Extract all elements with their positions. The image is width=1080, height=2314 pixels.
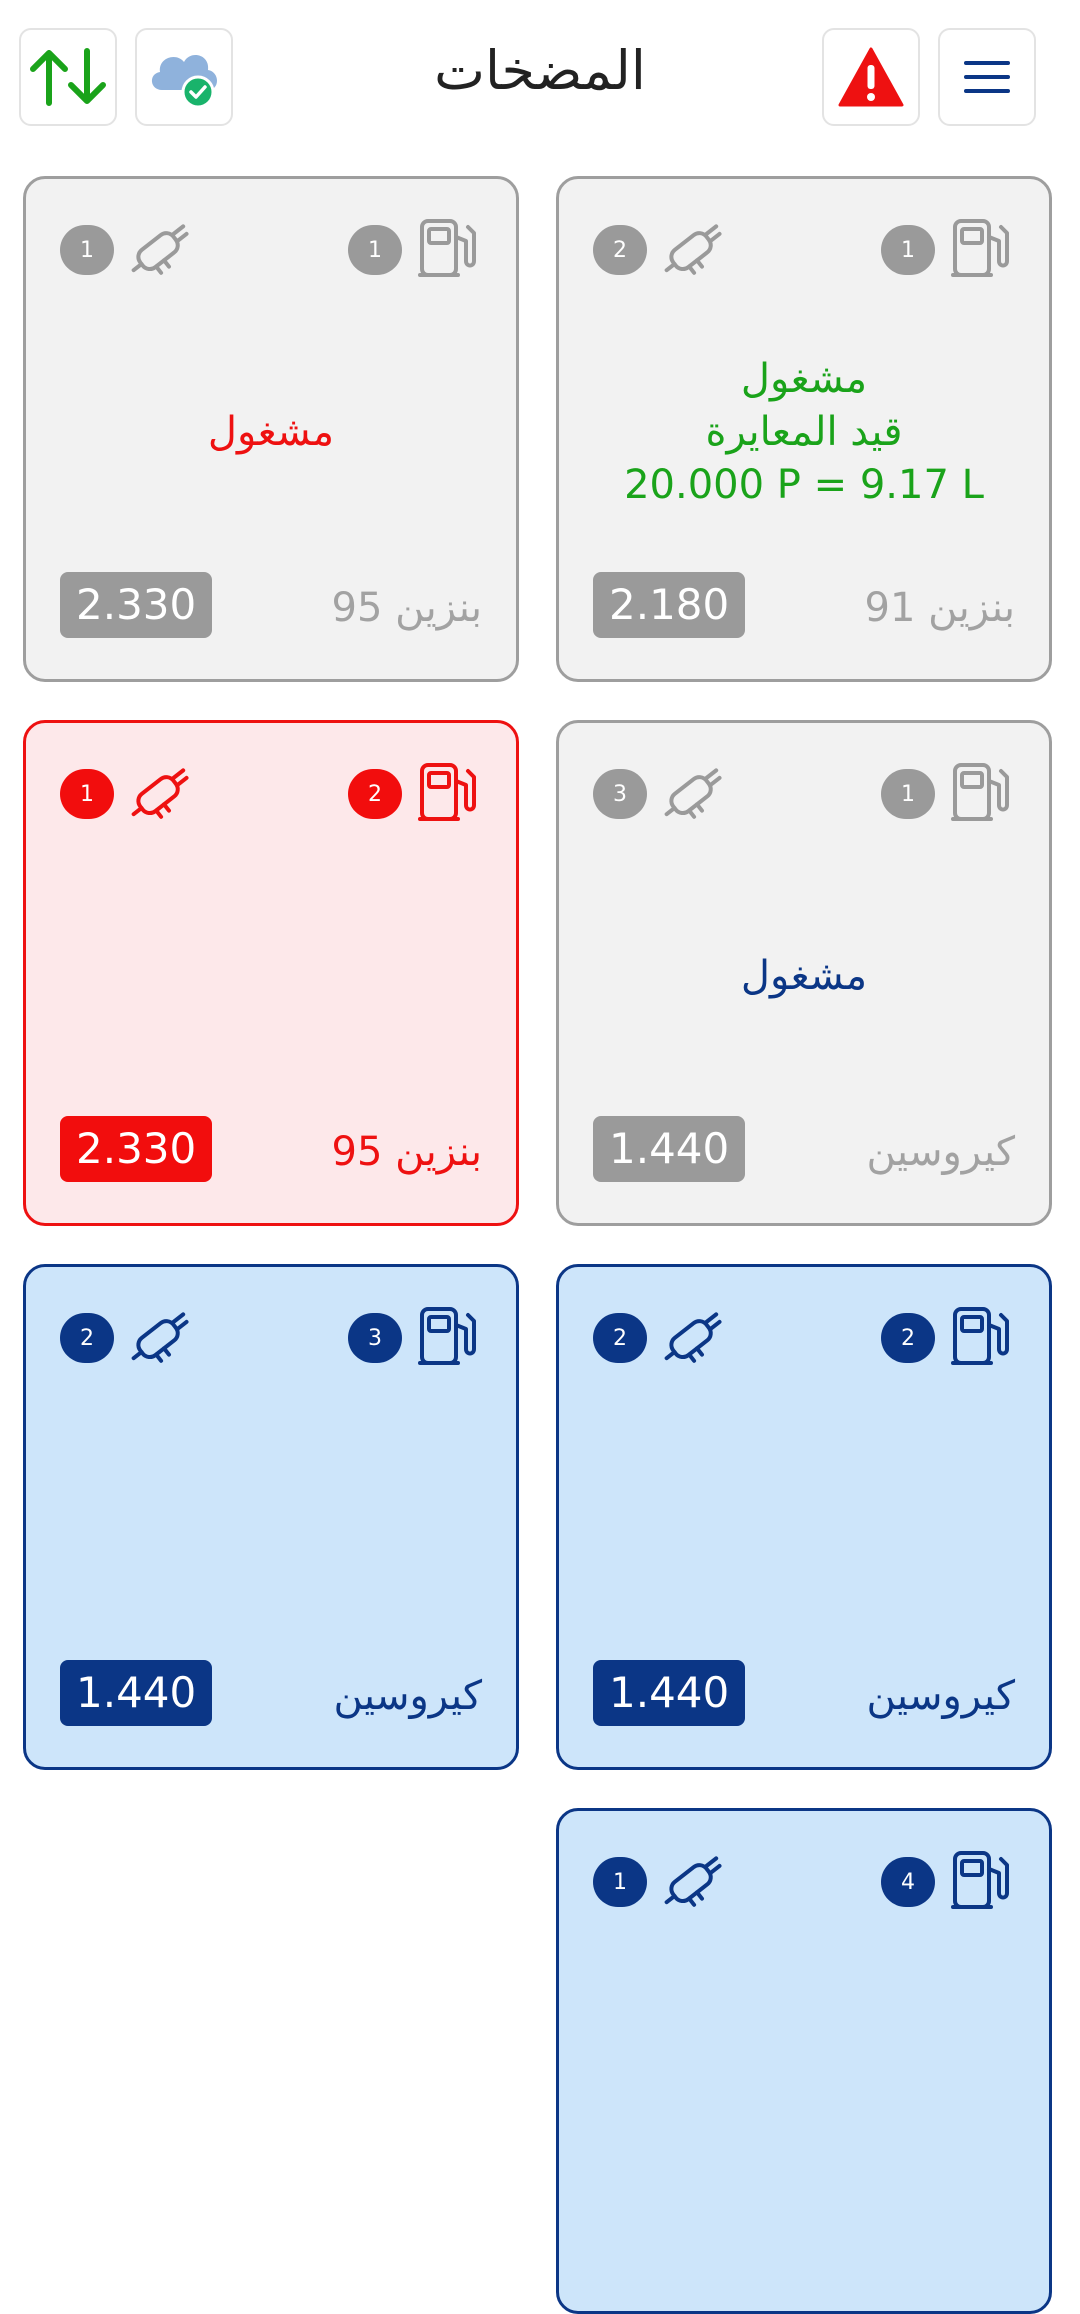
fuel-type-label: بنزين 95 — [331, 1129, 482, 1175]
nozzle-icon — [126, 217, 198, 283]
menu-button[interactable] — [938, 28, 1036, 126]
app-header: المضخات — [0, 0, 1080, 160]
fuel-type-label: بنزين 91 — [864, 585, 1015, 631]
pump-card[interactable]: 3 2 كيروسين 1.440 — [23, 1264, 519, 1770]
pump-card[interactable]: 1 3 مشغول كيروسين 1.440 — [556, 720, 1052, 1226]
nozzle-icon — [659, 1849, 731, 1915]
nozzle-icon — [659, 761, 731, 827]
fuel-pump-icon — [418, 1305, 478, 1371]
price-badge: 1.440 — [593, 1660, 746, 1726]
nozzle-number-badge: 2 — [593, 1313, 647, 1363]
warning-triangle-icon — [838, 47, 904, 107]
pump-number-badge: 3 — [348, 1313, 402, 1363]
price-badge: 2.330 — [60, 1116, 213, 1182]
pump-number-badge: 4 — [881, 1857, 935, 1907]
fuel-pump-icon — [418, 217, 478, 283]
status-line: قيد المعايرة — [705, 409, 903, 455]
fuel-pump-icon — [951, 1849, 1011, 1915]
fuel-type-label: كيروسين — [866, 1673, 1015, 1719]
fuel-type-label: كيروسين — [866, 1129, 1015, 1175]
fuel-type-label: بنزين 95 — [331, 585, 482, 631]
pump-card[interactable]: 2 2 كيروسين 1.440 — [556, 1264, 1052, 1770]
pump-card[interactable]: 41 — [556, 1808, 1052, 2314]
nozzle-number-badge: 2 — [60, 1313, 114, 1363]
up-down-arrows-icon — [30, 48, 106, 106]
status-text: مشغول قيد المعايرة 20.000 P = 9.17 L — [569, 353, 1039, 512]
pump-number-badge: 1 — [881, 225, 935, 275]
pump-card[interactable]: 2 1 بنزين 95 2.330 — [23, 720, 519, 1226]
nozzle-icon — [659, 1305, 731, 1371]
transfer-button[interactable] — [19, 28, 117, 126]
fuel-pump-icon — [951, 217, 1011, 283]
pump-number-badge: 2 — [348, 769, 402, 819]
price-badge: 2.180 — [593, 572, 746, 638]
hamburger-menu-icon — [964, 61, 1010, 93]
status-line: مشغول — [740, 953, 868, 999]
nozzle-icon — [659, 217, 731, 283]
alerts-button[interactable] — [822, 28, 920, 126]
price-badge: 1.440 — [593, 1116, 746, 1182]
status-text: مشغول — [36, 406, 506, 459]
fuel-pump-icon — [951, 761, 1011, 827]
nozzle-number-badge: 1 — [60, 769, 114, 819]
price-badge: 2.330 — [60, 572, 213, 638]
pump-number-badge: 1 — [348, 225, 402, 275]
fuel-type-label: كيروسين — [333, 1673, 482, 1719]
fuel-pump-icon — [951, 1305, 1011, 1371]
fuel-pump-icon — [418, 761, 478, 827]
nozzle-icon — [126, 761, 198, 827]
status-line: 20.000 P = 9.17 L — [624, 462, 984, 508]
pump-number-badge: 2 — [881, 1313, 935, 1363]
status-line: مشغول — [207, 409, 335, 455]
nozzle-number-badge: 1 — [60, 225, 114, 275]
pump-card[interactable]: 1 1 مشغول بنزين 95 2.330 — [23, 176, 519, 682]
page-title: المضخات — [434, 39, 646, 102]
cloud-sync-button[interactable] — [135, 28, 233, 126]
nozzle-icon — [126, 1305, 198, 1371]
nozzle-number-badge: 2 — [593, 225, 647, 275]
nozzle-number-badge: 3 — [593, 769, 647, 819]
cloud-sync-check-icon — [151, 55, 217, 109]
pump-number-badge: 1 — [881, 769, 935, 819]
status-text: مشغول — [569, 950, 1039, 1003]
price-badge: 1.440 — [60, 1660, 213, 1726]
status-line: مشغول — [740, 356, 868, 402]
nozzle-number-badge: 1 — [593, 1857, 647, 1907]
pump-card[interactable]: 1 2 مشغول قيد المعايرة 20.000 P = 9.17 L بنزي… — [556, 176, 1052, 682]
